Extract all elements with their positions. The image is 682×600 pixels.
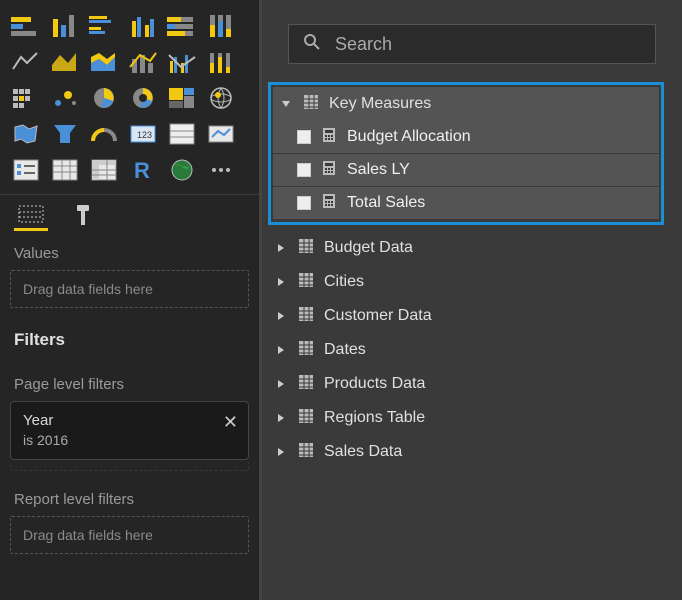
table-icon: [303, 94, 319, 115]
fields-tree: Key Measures Budget Allocation Sales LY: [262, 82, 682, 469]
multi-row-card-icon[interactable]: [164, 118, 199, 150]
kpi-icon[interactable]: [203, 118, 238, 150]
donut-chart-icon[interactable]: [125, 82, 160, 114]
fields-tab[interactable]: [14, 199, 48, 231]
slicer-icon[interactable]: [8, 154, 43, 186]
values-section-label: Values: [0, 231, 259, 270]
clustered-bar-chart-icon[interactable]: [86, 10, 121, 42]
report-filter-drop-zone[interactable]: Drag data fields here: [10, 516, 249, 554]
field-checkbox[interactable]: [297, 163, 311, 177]
field-label: Budget Allocation: [347, 128, 471, 146]
area-chart-icon[interactable]: [47, 46, 82, 78]
measure-icon: [321, 193, 337, 214]
line-clustered-column-icon[interactable]: [164, 46, 199, 78]
field-checkbox[interactable]: [297, 196, 311, 210]
treemap-icon[interactable]: [164, 82, 199, 114]
table-label: Budget Data: [324, 239, 413, 257]
hundred-stacked-bar-icon[interactable]: [164, 10, 199, 42]
visualizations-panel: 123 R: [0, 0, 259, 600]
clustered-column-chart-icon[interactable]: [125, 10, 160, 42]
more-visuals-icon[interactable]: [203, 154, 238, 186]
viz-config-tabs: [0, 194, 259, 231]
expand-arrow-icon: [274, 379, 288, 389]
line-chart-icon[interactable]: [8, 46, 43, 78]
filter-field-name: Year: [23, 410, 214, 431]
table-budget-data[interactable]: Budget Data: [268, 231, 664, 265]
table-icon[interactable]: [47, 154, 82, 186]
filter-condition: is 2016: [23, 431, 214, 451]
map-icon[interactable]: [203, 82, 238, 114]
field-total-sales[interactable]: Total Sales: [273, 187, 659, 219]
svg-text:R: R: [134, 158, 150, 183]
format-tab[interactable]: [66, 199, 100, 231]
field-label: Total Sales: [347, 194, 425, 212]
collapse-arrow-icon: [279, 99, 293, 109]
measure-icon: [321, 127, 337, 148]
table-label: Sales Data: [324, 443, 402, 461]
table-label: Products Data: [324, 375, 425, 393]
expand-arrow-icon: [274, 413, 288, 423]
table-label: Key Measures: [329, 95, 431, 113]
filters-section-header: Filters: [0, 314, 259, 362]
table-icon: [298, 272, 314, 293]
key-measures-highlight: Key Measures Budget Allocation Sales LY: [268, 82, 664, 225]
field-sales-ly[interactable]: Sales LY: [273, 154, 659, 186]
measure-icon: [321, 160, 337, 181]
page-filter-chip[interactable]: Year is 2016 ✕: [10, 401, 249, 460]
table-icon: [298, 442, 314, 463]
stacked-column-chart-icon[interactable]: [47, 10, 82, 42]
fields-panel: Search Key Measures: [262, 0, 682, 600]
table-icon: [298, 238, 314, 259]
card-icon[interactable]: 123: [125, 118, 160, 150]
remove-filter-icon[interactable]: ✕: [223, 410, 238, 435]
table-label: Regions Table: [324, 409, 425, 427]
table-icon: [298, 374, 314, 395]
report-level-filters-label: Report level filters: [0, 477, 259, 516]
field-budget-allocation[interactable]: Budget Allocation: [273, 121, 659, 153]
expand-arrow-icon: [274, 243, 288, 253]
expand-arrow-icon: [274, 345, 288, 355]
hundred-stacked-column-icon[interactable]: [203, 10, 238, 42]
arcgis-map-icon[interactable]: [164, 154, 199, 186]
svg-text:123: 123: [137, 130, 152, 140]
stacked-bar-chart-icon[interactable]: [8, 10, 43, 42]
table-cities[interactable]: Cities: [268, 265, 664, 299]
field-checkbox[interactable]: [297, 130, 311, 144]
stacked-area-chart-icon[interactable]: [86, 46, 121, 78]
table-regions-table[interactable]: Regions Table: [268, 401, 664, 435]
visualization-gallery: 123 R: [0, 0, 259, 194]
gauge-icon[interactable]: [86, 118, 121, 150]
line-stacked-column-icon[interactable]: [125, 46, 160, 78]
fields-search-box[interactable]: Search: [288, 24, 656, 64]
table-label: Dates: [324, 341, 366, 359]
field-label: Sales LY: [347, 161, 410, 179]
table-icon: [298, 340, 314, 361]
table-icon: [298, 306, 314, 327]
search-icon: [303, 33, 321, 56]
pie-chart-icon[interactable]: [86, 82, 121, 114]
funnel-icon[interactable]: [47, 118, 82, 150]
table-sales-data[interactable]: Sales Data: [268, 435, 664, 469]
page-level-filters-label: Page level filters: [0, 362, 259, 401]
table-label: Customer Data: [324, 307, 432, 325]
table-key-measures[interactable]: Key Measures: [273, 87, 659, 121]
table-dates[interactable]: Dates: [268, 333, 664, 367]
page-filter-drop-zone[interactable]: [10, 462, 249, 471]
ribbon-chart-icon[interactable]: [203, 46, 238, 78]
expand-arrow-icon: [274, 311, 288, 321]
expand-arrow-icon: [274, 447, 288, 457]
table-label: Cities: [324, 273, 364, 291]
scatter-chart-icon[interactable]: [47, 82, 82, 114]
matrix-icon[interactable]: [86, 154, 121, 186]
table-products-data[interactable]: Products Data: [268, 367, 664, 401]
filled-map-icon[interactable]: [8, 118, 43, 150]
table-customer-data[interactable]: Customer Data: [268, 299, 664, 333]
expand-arrow-icon: [274, 277, 288, 287]
waterfall-chart-icon[interactable]: [8, 82, 43, 114]
table-icon: [298, 408, 314, 429]
search-placeholder: Search: [335, 34, 392, 55]
values-drop-zone[interactable]: Drag data fields here: [10, 270, 249, 308]
r-script-visual-icon[interactable]: R: [125, 154, 160, 186]
